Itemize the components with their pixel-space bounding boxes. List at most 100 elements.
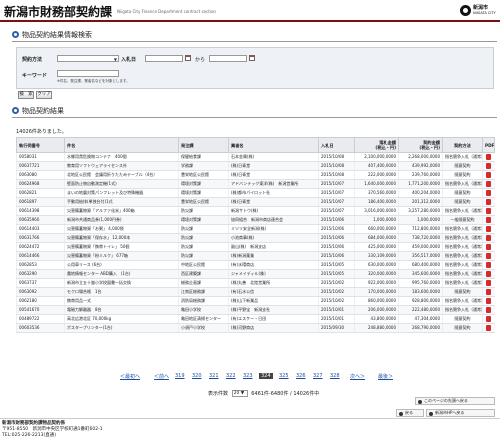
per-page-select-value: 20 [233, 391, 240, 396]
row-item-name[interactable]: 高北広港北区 70,000kg [64, 314, 179, 324]
table-cell: 00614403 [16, 224, 65, 234]
page-link[interactable]: 327 [313, 373, 323, 379]
pdf-icon[interactable] [486, 235, 492, 241]
row-item-name[interactable]: 新潟市共通商品券(1,000円券) [64, 215, 179, 225]
column-header[interactable]: 執行伺番号 [16, 137, 65, 153]
date-label: 入札日 [121, 57, 137, 63]
page-link[interactable]: 325 [279, 373, 289, 379]
column-header[interactable]: 契約金額 (税込・円) [398, 137, 443, 153]
pdf-icon[interactable] [486, 190, 492, 196]
date-from-input[interactable] [145, 55, 183, 62]
table-cell: 00489722 [16, 314, 65, 324]
column-header[interactable]: 発注課 [178, 137, 229, 153]
section-bullet-icon [12, 31, 19, 38]
first-page-link[interactable]: ＜最初へ [120, 373, 140, 380]
city-logo[interactable]: 新潟市 NIIGATA CITY [460, 4, 496, 18]
keyword-input[interactable] [57, 70, 119, 77]
pdf-icon[interactable] [486, 181, 492, 187]
row-item-name[interactable]: 手動用給排(単独台付)1式 [64, 197, 179, 207]
method-label: 契約方法 [22, 57, 43, 63]
row-item-name[interactable]: 北地区公民館 会議用折りたたみテーブル（4台） [64, 170, 179, 180]
last-page-link[interactable]: 最後＞ [378, 373, 393, 380]
table-row: 0063080 北地区公民館 会議用折りたたみテーブル（4台） 豊栄地区公民館 (株)… [16, 170, 495, 180]
row-item-name[interactable]: 公用車リース (6台) [64, 260, 179, 270]
pdf-icon[interactable] [486, 262, 492, 268]
page-top-button[interactable]: このページの先頭へ戻る [415, 397, 495, 405]
pdf-icon[interactable] [486, 271, 492, 277]
method-select[interactable]: ▼ [57, 55, 119, 62]
pdf-icon[interactable] [486, 316, 492, 322]
row-item-name[interactable]: 携帯用品一式 [64, 296, 179, 306]
page-link[interactable]: 319 [175, 373, 185, 379]
home-link-button[interactable]: 新潟市HPへ戻る [426, 409, 495, 417]
row-item-name[interactable]: モクロ場合格 1台 [64, 287, 179, 297]
pdf-cell [482, 323, 495, 333]
pdf-cell [482, 296, 495, 306]
page-link[interactable]: 322 [226, 373, 236, 379]
row-item-name[interactable]: 災害備蓄物資「保存水」 12,000本 [64, 233, 179, 243]
table-cell: 指名競争入札（通常） [442, 269, 483, 279]
table-cell: 928,800,0000 [398, 296, 443, 306]
calendar-icon[interactable] [185, 55, 191, 61]
row-item-name[interactable]: 電磁力解離器 8台 [64, 305, 179, 315]
results-section-title: 物品契約結果 [22, 107, 64, 115]
table-cell: 一般随意契約 [442, 215, 483, 225]
row-item-name[interactable]: 新潟市立五十嵐小学校図書一括交換 [64, 278, 179, 288]
pdf-icon[interactable] [486, 217, 492, 223]
per-page-select[interactable]: 20 ▼ [231, 390, 248, 397]
page-link[interactable]: 320 [192, 373, 202, 379]
page-link[interactable]: 328 [330, 373, 340, 379]
pdf-icon[interactable] [486, 199, 492, 205]
column-header[interactable]: 落札金額 (税込・円) [354, 137, 399, 153]
table-row: 00614403 災害備蓄物資「お粥」 4,000袋 防災課 ミツリ安全新潟(株) 20… [16, 224, 495, 234]
pdf-cell [482, 161, 495, 171]
search-section-heading: 物品契約結果情報検索 [12, 30, 497, 40]
search-button[interactable]: 検 索 [18, 91, 34, 99]
pdf-icon[interactable] [486, 208, 492, 214]
row-item-name[interactable]: 災害備蓄物資「アルファ化米」400箱 [64, 206, 179, 216]
table-cell: 2015/10/07 [318, 197, 355, 207]
table-cell: 指名競争入札（通常） [442, 233, 483, 243]
pdf-icon[interactable] [486, 280, 492, 286]
pdf-icon[interactable] [486, 325, 492, 331]
row-item-name[interactable]: 災害備蓄物資「お粥」 4,000袋 [64, 224, 179, 234]
table-cell: ジャメイディル(株) [228, 269, 319, 279]
page-link[interactable]: 321 [209, 373, 219, 379]
pdf-icon[interactable] [486, 253, 492, 259]
row-item-name[interactable]: 教育用ソフトウェアライセンス外 [64, 161, 179, 171]
pdf-icon[interactable] [486, 226, 492, 232]
next-page-link[interactable]: 次へ＞ [350, 373, 365, 380]
row-item-name[interactable]: ポスタープリンター(1台) [64, 323, 179, 333]
pdf-icon[interactable] [486, 289, 492, 295]
table-cell: 防災課 [178, 233, 229, 243]
pdf-icon[interactable] [486, 307, 492, 313]
column-header[interactable]: 契約方法 [442, 137, 483, 153]
pdf-cell [482, 305, 495, 315]
calendar-icon[interactable] [249, 55, 255, 61]
column-header[interactable]: 入札日 [318, 137, 355, 153]
row-item-name[interactable]: 災害備蓄物資「粉ミルク」 677箱 [64, 251, 179, 261]
column-header[interactable]: 業者名 [228, 137, 319, 153]
date-to-input[interactable] [209, 55, 247, 62]
table-cell: 222,480,0000 [398, 305, 443, 315]
row-item-name[interactable]: まいの地震対策パンフレット及び特殊機器 [64, 188, 179, 198]
column-header[interactable]: 件名 [64, 137, 179, 153]
table-cell: 206,000,0000 [354, 305, 399, 315]
row-item-name[interactable]: 水郷用貴危険物コンテナ 400個 [64, 152, 179, 162]
prev-page-link[interactable]: ＜前へ [154, 373, 169, 380]
table-cell: 環境対策課 [178, 179, 229, 189]
row-item-name[interactable]: 農地情報センター ABD購入 (1台) [64, 269, 179, 279]
table-cell: 指名競争入札（通常） [442, 206, 483, 216]
page-link[interactable]: 323 [243, 373, 253, 379]
pdf-icon[interactable] [486, 163, 492, 169]
row-item-name[interactable]: 災害備蓄物資「携帯トイレ」 50個 [64, 242, 179, 252]
pdf-icon[interactable] [486, 298, 492, 304]
back-button[interactable]: 戻る [396, 409, 424, 417]
logo-city-name: 新潟市 [473, 5, 489, 11]
pdf-icon[interactable] [486, 244, 492, 250]
pdf-icon[interactable] [486, 172, 492, 178]
pdf-icon[interactable] [486, 154, 492, 160]
row-item-name[interactable]: 壁面防止物自動測定機(1式) [64, 179, 179, 189]
page-link[interactable]: 326 [296, 373, 306, 379]
clear-button[interactable]: クリア [36, 91, 52, 99]
